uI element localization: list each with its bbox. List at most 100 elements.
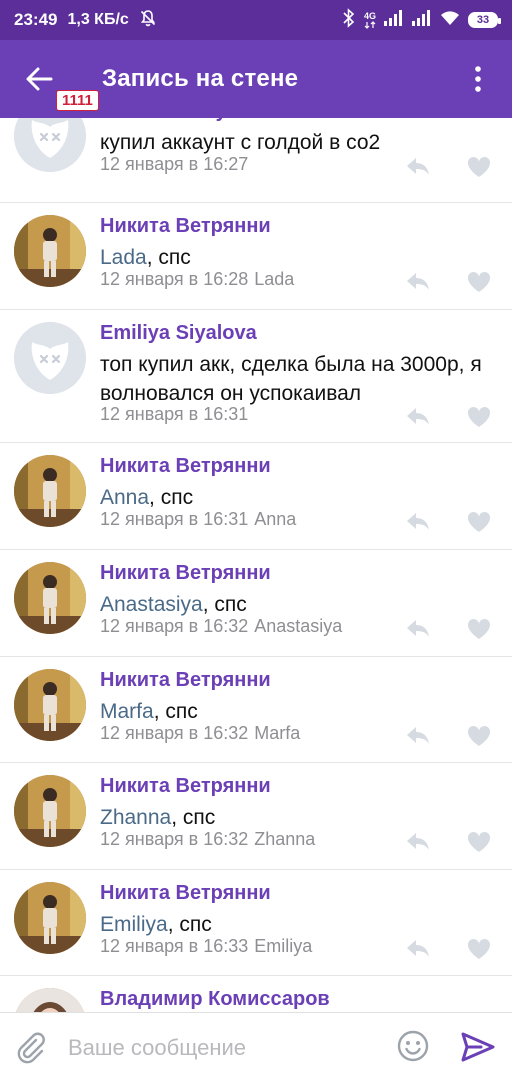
- comment-text: Marfa, спс: [100, 697, 500, 726]
- message-input[interactable]: [66, 1027, 380, 1069]
- avatar[interactable]: [14, 215, 86, 287]
- smiley-icon: [397, 1030, 429, 1062]
- comment-meta: 12 января в 16:31: [100, 404, 248, 425]
- reply-icon[interactable]: [405, 725, 431, 749]
- avatar[interactable]: [14, 118, 86, 172]
- heart-icon[interactable]: [467, 725, 493, 749]
- avatar[interactable]: [14, 669, 86, 741]
- notification-badge: 1111: [56, 90, 99, 111]
- more-vertical-icon: [475, 66, 481, 92]
- deleted-user-icon: [14, 118, 86, 172]
- comment-date: 12 января в 16:33: [100, 936, 249, 956]
- heart-icon[interactable]: [467, 156, 493, 180]
- mention-link[interactable]: Anna: [100, 486, 149, 509]
- comment-item[interactable]: Никита Ветрянни Anna, спс 12 января в 16:3…: [0, 443, 512, 550]
- reply-icon[interactable]: [405, 938, 431, 962]
- signal-icon: [384, 9, 404, 31]
- mention-link[interactable]: Zhanna: [100, 806, 171, 829]
- reply-icon[interactable]: [405, 511, 431, 535]
- comment-body: , спс: [153, 700, 198, 723]
- comment-text: топ купил акк, сделка была на 3000р, я в…: [100, 350, 500, 408]
- avatar[interactable]: [14, 455, 86, 527]
- attach-button[interactable]: [14, 1031, 48, 1065]
- comments-list[interactable]: Zhanna Shiryaeva купил аккаунт с голдой в…: [0, 118, 512, 1012]
- mention-link[interactable]: Anastasiya: [100, 593, 203, 616]
- status-bar: 23:49 1,3 КБ/с 4G 33: [0, 0, 512, 40]
- comment-text: Zhanna, спс: [100, 803, 500, 832]
- comment-body: , спс: [167, 913, 212, 936]
- comment-item[interactable]: Никита Ветрянни Anastasiya, спс 12 января …: [0, 550, 512, 657]
- comment-item[interactable]: Владимир Комиссаров: [0, 976, 512, 1012]
- comment-body: , спс: [171, 806, 216, 829]
- heart-icon[interactable]: [467, 511, 493, 535]
- comment-body: , спс: [146, 246, 191, 269]
- battery-level: 33: [476, 14, 490, 26]
- comment-item[interactable]: Zhanna Shiryaeva купил аккаунт с голдой в…: [0, 118, 512, 203]
- comment-date: 12 января в 16:27: [100, 154, 249, 174]
- comment-meta: 12 января в 16:33 Emiliya: [100, 936, 312, 957]
- comment-author[interactable]: Zhanna Shiryaeva: [100, 118, 271, 123]
- reply-icon[interactable]: [405, 406, 431, 430]
- mention-link[interactable]: Lada: [100, 246, 147, 269]
- avatar[interactable]: [14, 322, 86, 394]
- status-time: 23:49: [14, 10, 58, 29]
- heart-icon[interactable]: [467, 831, 493, 855]
- comment-author[interactable]: Никита Ветрянни: [100, 455, 271, 478]
- comment-text: купил аккаунт с голдой в со2: [100, 128, 500, 157]
- reply-to-name[interactable]: Emiliya: [254, 936, 312, 956]
- comment-author[interactable]: Никита Ветрянни: [100, 882, 271, 905]
- deleted-user-icon: [14, 322, 86, 394]
- comment-body: , спс: [149, 486, 194, 509]
- comment-author[interactable]: Никита Ветрянни: [100, 669, 271, 692]
- comment-meta: 12 января в 16:32 Zhanna: [100, 829, 315, 850]
- comment-author[interactable]: Emiliya Siyalova: [100, 322, 257, 345]
- comment-author[interactable]: Никита Ветрянни: [100, 562, 271, 585]
- comment-item[interactable]: Никита Ветрянни Zhanna, спс 12 января в 16…: [0, 763, 512, 870]
- avatar[interactable]: [14, 988, 86, 1012]
- comment-author[interactable]: Владимир Комиссаров: [100, 988, 330, 1011]
- send-button[interactable]: [460, 1030, 496, 1064]
- arrow-left-icon: [26, 67, 53, 91]
- reply-to-name[interactable]: Zhanna: [254, 829, 315, 849]
- heart-icon[interactable]: [467, 618, 493, 642]
- comment-text: Lada, спс: [100, 243, 500, 272]
- network-type: 4G: [364, 11, 376, 29]
- user-photo-avatar: [14, 669, 86, 741]
- reply-to-name[interactable]: Lada: [254, 269, 294, 289]
- reply-to-name[interactable]: Marfa: [254, 723, 300, 743]
- avatar[interactable]: [14, 882, 86, 954]
- user-photo-avatar: [14, 562, 86, 634]
- comment-item[interactable]: Никита Ветрянни Marfa, спс 12 января в 16:…: [0, 657, 512, 763]
- mention-link[interactable]: Emiliya: [100, 913, 168, 936]
- comment-date: 12 января в 16:31: [100, 509, 249, 529]
- emoji-button[interactable]: [396, 1029, 430, 1063]
- comment-author[interactable]: Никита Ветрянни: [100, 215, 271, 238]
- comment-date: 12 января в 16:32: [100, 616, 249, 636]
- user-photo-avatar: [14, 215, 86, 287]
- comment-item[interactable]: Никита Ветрянни Lada, спс 12 января в 16:2…: [0, 203, 512, 310]
- heart-icon[interactable]: [467, 406, 493, 430]
- reply-to-name[interactable]: Anastasiya: [254, 616, 342, 636]
- comment-item[interactable]: Emiliya Siyalova топ купил акк, сделка бы…: [0, 310, 512, 443]
- message-composer: [0, 1012, 512, 1080]
- heart-icon[interactable]: [467, 271, 493, 295]
- comment-author[interactable]: Никита Ветрянни: [100, 775, 271, 798]
- avatar[interactable]: [14, 775, 86, 847]
- status-speed: 1,3 КБ/с: [67, 11, 129, 28]
- mention-link[interactable]: Marfa: [100, 700, 154, 723]
- reply-icon[interactable]: [405, 156, 431, 180]
- comment-date: 12 января в 16:32: [100, 723, 249, 743]
- user-photo-avatar: [14, 775, 86, 847]
- comment-meta: 12 января в 16:28 Lada: [100, 269, 294, 290]
- user-photo-avatar: [14, 988, 86, 1012]
- comment-date: 12 января в 16:31: [100, 404, 249, 424]
- bluetooth-icon: [342, 7, 356, 33]
- comment-item[interactable]: Никита Ветрянни Emiliya, спс 12 января в 1…: [0, 870, 512, 976]
- avatar[interactable]: [14, 562, 86, 634]
- more-button[interactable]: [458, 54, 498, 104]
- reply-to-name[interactable]: Anna: [254, 509, 296, 529]
- reply-icon[interactable]: [405, 831, 431, 855]
- heart-icon[interactable]: [467, 938, 493, 962]
- reply-icon[interactable]: [405, 271, 431, 295]
- reply-icon[interactable]: [405, 618, 431, 642]
